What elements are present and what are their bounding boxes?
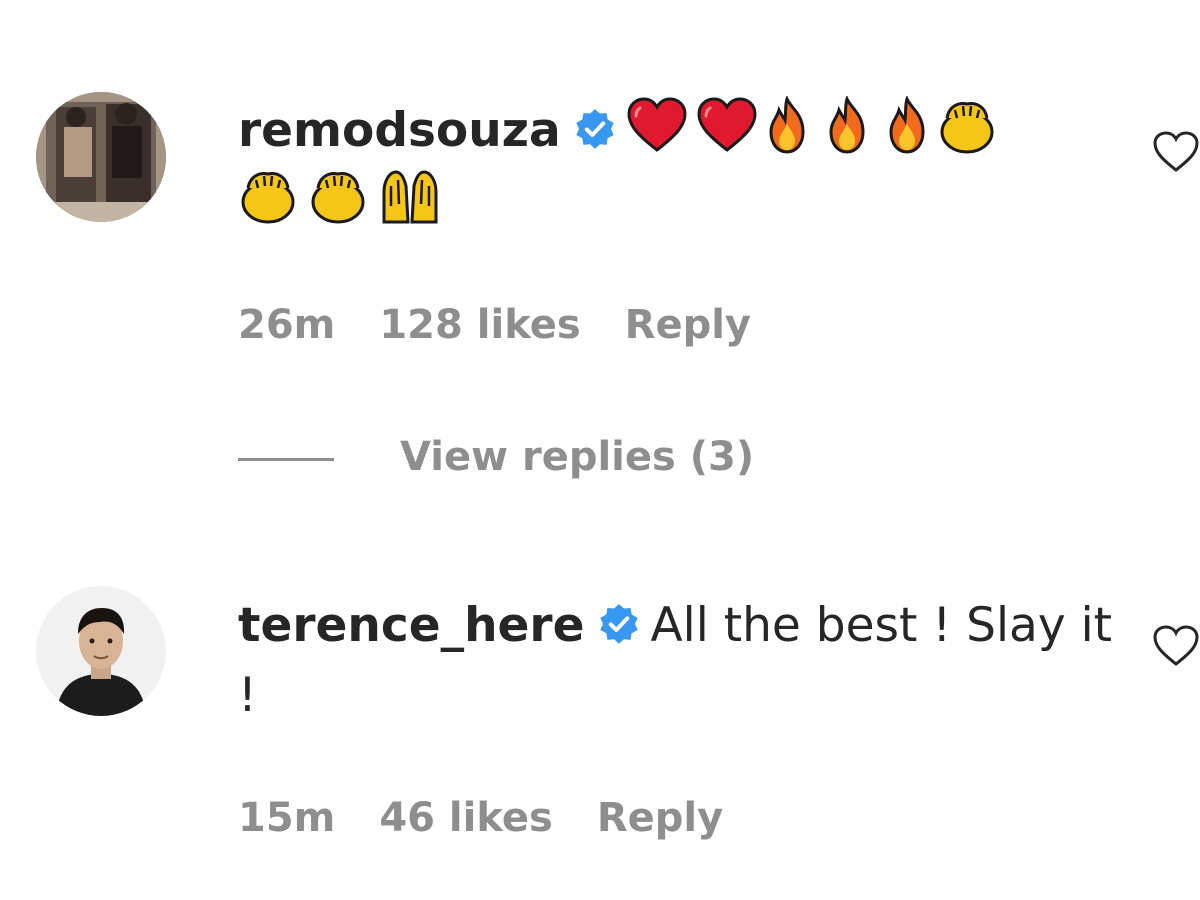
comment-timestamp: 26m [238,302,336,348]
clapping-hands-icon [238,166,298,226]
raising-hands-icon [380,166,440,226]
comment-body: terence_here All the best ! Slay it ! [238,591,1118,731]
divider-line [238,457,334,461]
clapping-hands-icon [937,96,997,156]
reply-button[interactable]: Reply [625,302,751,348]
comment-meta: 26m 128 likes Reply [238,302,795,348]
verified-badge-icon [597,603,641,647]
view-replies-button[interactable]: View replies (3) [238,434,754,490]
avatar[interactable] [36,92,166,222]
comment-username[interactable]: remodsouza [238,103,561,158]
avatar[interactable] [36,586,166,716]
red-heart-icon [627,96,687,156]
fire-icon [757,96,817,156]
fire-icon [817,96,877,156]
like-heart-icon[interactable] [1152,130,1200,178]
view-replies-label[interactable]: View replies (3) [400,434,754,480]
comment-body: remodsouza [238,96,1118,236]
likes-count[interactable]: 128 likes [379,302,580,348]
clapping-hands-icon [308,166,368,226]
comment-meta: 15m 46 likes Reply [238,795,767,841]
likes-count[interactable]: 46 likes [379,795,552,841]
reply-button[interactable]: Reply [597,795,723,841]
comment-username[interactable]: terence_here [238,598,585,653]
like-heart-icon[interactable] [1152,624,1200,672]
comments-section: remodsouza 26m 128 likes Reply View replie… [0,0,1200,900]
red-heart-icon [697,96,757,156]
comment-timestamp: 15m [238,795,336,841]
fire-icon [877,96,937,156]
verified-badge-icon [573,108,617,152]
